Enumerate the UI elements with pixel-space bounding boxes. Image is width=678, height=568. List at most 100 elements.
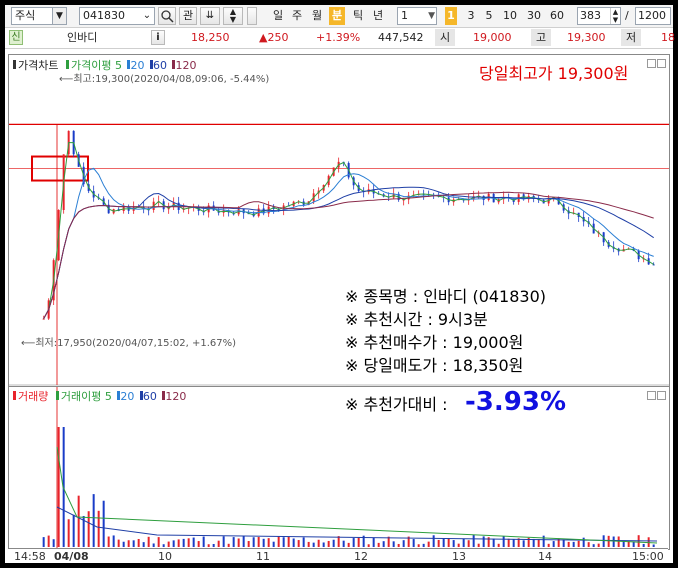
market-label: 주식 xyxy=(15,9,36,22)
legend-ma-marker-icon xyxy=(65,60,69,69)
volume-bar xyxy=(577,540,580,547)
price-panel: 가격차트 가격이평 5 20 60 120 ⟵최고:19,300(2020/04… xyxy=(8,54,670,388)
count-input[interactable]: 383 ▲ ▼ xyxy=(577,7,621,25)
volume-bar xyxy=(317,539,320,547)
volume-bar xyxy=(597,543,600,547)
volume-bar xyxy=(237,538,240,547)
volume-bar xyxy=(92,494,95,547)
watchlist-button[interactable]: 관 xyxy=(179,7,197,25)
toolbar: 주식 ▼ 041830 ⌄ 관 ⇊ ▲ ▼ 일 주 월 분 틱 년 1 ▼ 1 3… xyxy=(5,5,673,28)
volume-bar xyxy=(117,539,120,547)
volume-bar xyxy=(127,540,130,547)
chart-window: 주식 ▼ 041830 ⌄ 관 ⇊ ▲ ▼ 일 주 월 분 틱 년 1 ▼ 1 3… xyxy=(5,5,675,563)
volume-bar xyxy=(322,542,325,547)
more-button[interactable] xyxy=(247,7,257,25)
minimize-icon[interactable] xyxy=(647,391,656,400)
volume-bar xyxy=(202,536,205,547)
chevron-down-icon[interactable]: ▼ xyxy=(52,8,66,24)
volume-bar xyxy=(532,538,535,547)
stock-name: 인바디 xyxy=(67,31,98,44)
period-day[interactable]: 일 xyxy=(271,7,285,25)
count-total-input[interactable]: 1200 xyxy=(635,7,671,25)
volume-bar xyxy=(457,543,460,547)
stepper-icon[interactable]: ▲ ▼ xyxy=(610,8,620,24)
volume-bar xyxy=(187,538,190,547)
x-tick: 11 xyxy=(256,550,270,563)
volume-panel: 거래량 거래이평 5 20 60 120 xyxy=(8,386,670,550)
interval-3[interactable]: 3 xyxy=(465,7,477,25)
volume-bar xyxy=(137,538,140,547)
volume-bar xyxy=(332,539,335,547)
volume-bar xyxy=(482,536,485,547)
volume-bar xyxy=(467,540,470,547)
x-tick: 10 xyxy=(158,550,172,563)
interval-30[interactable]: 30 xyxy=(525,7,543,25)
search-button[interactable] xyxy=(158,7,176,25)
price-change: ▲250 xyxy=(259,31,289,44)
volume-bar xyxy=(382,541,385,547)
volume-bar xyxy=(172,540,175,547)
x-tick: 04/08 xyxy=(54,550,89,563)
stepper-button[interactable]: ▲ ▼ xyxy=(223,7,243,25)
left-arrow-icon: ⟵ xyxy=(59,74,74,85)
interval-10[interactable]: 10 xyxy=(501,7,519,25)
volume-bar xyxy=(142,542,145,547)
open-label: 시 xyxy=(435,29,455,46)
volume-bar xyxy=(302,537,305,547)
chevron-down-icon[interactable]: ⌄ xyxy=(140,8,154,24)
volume-bar xyxy=(87,511,90,547)
volume-bar xyxy=(252,537,255,547)
volume-bar xyxy=(512,539,515,547)
volume-bar xyxy=(122,541,125,547)
volume-bar xyxy=(592,544,595,547)
info-button[interactable]: i xyxy=(151,30,165,45)
open-price: 19,000 xyxy=(473,31,512,44)
code-input[interactable]: 041830 ⌄ xyxy=(79,7,155,25)
sync-button[interactable]: ⇊ xyxy=(200,7,220,25)
volume-bar xyxy=(132,540,135,547)
volume-bar xyxy=(77,495,80,547)
volume-bar xyxy=(47,535,50,547)
maximize-icon[interactable] xyxy=(657,391,666,400)
trade-volume: 447,542 xyxy=(378,31,424,44)
volume-legend: 거래량 거래이평 5 20 60 120 xyxy=(13,388,186,406)
volume-bar xyxy=(427,541,430,547)
period-month[interactable]: 월 xyxy=(310,7,324,25)
up-down-arrows-icon: ▲ ▼ xyxy=(229,7,237,24)
high-annotation: ⟵최고:19,300(2020/04/08,09:06, -5.44%) xyxy=(59,71,269,89)
volume-bar xyxy=(67,519,70,547)
volume-bar xyxy=(587,542,590,547)
maximize-icon[interactable] xyxy=(657,59,666,68)
volume-bar xyxy=(182,538,185,547)
interval-select[interactable]: 1 ▼ xyxy=(397,7,437,25)
minimize-icon[interactable] xyxy=(647,59,656,68)
volume-legend-ma60: 60 xyxy=(142,390,157,403)
period-year[interactable]: 년 xyxy=(371,7,385,25)
interval-60[interactable]: 60 xyxy=(548,7,566,25)
volume-bar xyxy=(267,538,270,547)
low-annotation-text: 최저:17,950(2020/04/07,15:02, +1.67%) xyxy=(35,338,237,349)
period-week[interactable]: 주 xyxy=(290,7,304,25)
interval-5[interactable]: 5 xyxy=(483,7,495,25)
interval-1[interactable]: 1 xyxy=(445,7,457,25)
volume-bar xyxy=(192,537,195,547)
volume-bar xyxy=(257,537,260,547)
period-tick[interactable]: 틱 xyxy=(351,7,365,25)
chevron-down-icon[interactable]: ▼ xyxy=(428,8,435,24)
info-recommend-time: ※ 추천시간 : 9시3분 xyxy=(345,310,488,329)
volume-bar xyxy=(542,535,545,547)
volume-bar xyxy=(277,536,280,547)
volume-bar xyxy=(612,536,615,547)
x-tick: 14:58 xyxy=(14,550,46,563)
period-minute[interactable]: 분 xyxy=(329,7,345,25)
volume-bar xyxy=(287,536,290,547)
market-select[interactable]: 주식 ▼ xyxy=(11,7,67,25)
low-annotation: ⟵최저:17,950(2020/04/07,15:02, +1.67%) xyxy=(21,335,236,353)
volume-bar xyxy=(642,543,645,547)
left-arrow-icon: ⟵ xyxy=(21,338,36,349)
volume-bar xyxy=(572,541,575,547)
info-return-value: -3.93% xyxy=(465,387,566,417)
volume-bar xyxy=(452,540,455,547)
volume-bar xyxy=(652,544,655,547)
candle-body xyxy=(42,318,45,320)
